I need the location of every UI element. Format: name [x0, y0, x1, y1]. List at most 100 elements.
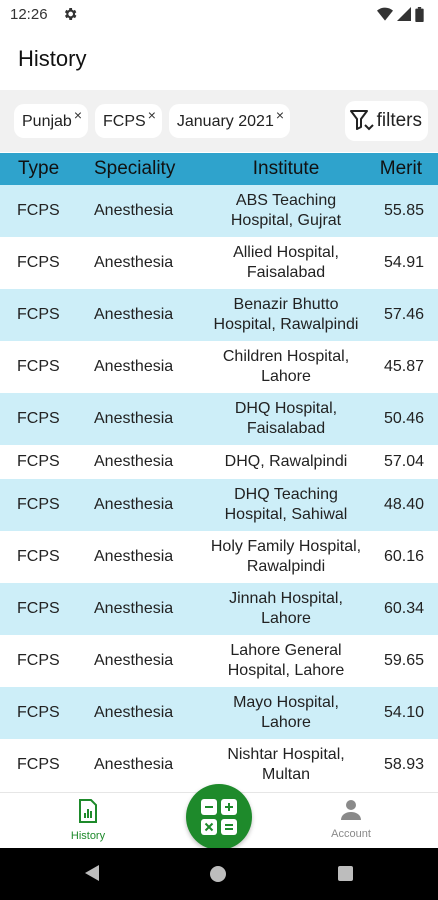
- institute-line-1: Holy Family Hospital,: [210, 538, 362, 555]
- cell-speciality: Anesthesia: [94, 453, 174, 470]
- cell-type: FCPS: [17, 704, 60, 721]
- table-row[interactable]: FCPS Anesthesia Lahore General Hospital, …: [0, 635, 438, 687]
- cell-merit: 59.65: [383, 652, 424, 669]
- header-speciality[interactable]: Speciality: [82, 158, 200, 180]
- app-header: History: [0, 28, 438, 90]
- gear-icon: [64, 8, 76, 20]
- cell-type: FCPS: [17, 496, 60, 513]
- cell-institute: DHQ Hospital, Faisalabad: [200, 399, 372, 439]
- cell-speciality: Anesthesia: [94, 600, 174, 617]
- cell-institute: ABS Teaching Hospital, Gujrat: [200, 191, 372, 231]
- cell-type: FCPS: [17, 410, 60, 427]
- cell-merit: 55.85: [383, 202, 424, 219]
- institute-line-1: Allied Hospital,: [233, 244, 339, 261]
- cell-merit: 57.46: [383, 306, 424, 323]
- table-row[interactable]: FCPS Anesthesia Jinnah Hospital, Lahore 6…: [0, 583, 438, 635]
- table-row[interactable]: FCPS Anesthesia DHQ Hospital, Faisalabad …: [0, 393, 438, 445]
- cell-merit: 58.93: [383, 756, 424, 773]
- cell-speciality: Anesthesia: [94, 652, 174, 669]
- filter-chip-label: FCPS: [103, 113, 146, 130]
- cell-type: FCPS: [17, 453, 60, 470]
- table-row[interactable]: FCPS Anesthesia Allied Hospital, Faisalab…: [0, 237, 438, 289]
- cell-speciality: Anesthesia: [94, 410, 174, 427]
- table-row[interactable]: FCPS Anesthesia DHQ, Rawalpindi 57.04: [0, 445, 438, 479]
- table-row[interactable]: FCPS Anesthesia Children Hospital, Lahore…: [0, 341, 438, 393]
- header-institute[interactable]: Institute: [200, 159, 372, 179]
- cell-type: FCPS: [17, 756, 60, 773]
- institute-line-2: Hospital, Sahiwal: [224, 506, 348, 523]
- table-row[interactable]: FCPS Anesthesia Mayo Hospital, Lahore 54.…: [0, 687, 438, 739]
- table-row[interactable]: FCPS Anesthesia Holy Family Hospital, Raw…: [0, 531, 438, 583]
- cell-institute: Holy Family Hospital, Rawalpindi: [200, 537, 372, 577]
- close-icon[interactable]: ×: [276, 107, 284, 123]
- cell-speciality: Anesthesia: [94, 548, 174, 565]
- cell-institute: DHQ, Rawalpindi: [200, 452, 372, 472]
- cell-type: FCPS: [17, 254, 60, 271]
- institute-line-1: DHQ Hospital,: [234, 400, 338, 417]
- table-row[interactable]: FCPS Anesthesia DHQ Teaching Hospital, Sa…: [0, 479, 438, 531]
- table-row[interactable]: FCPS Anesthesia ABS Teaching Hospital, Gu…: [0, 185, 438, 237]
- filter-chip-province[interactable]: Punjab ×: [14, 104, 89, 138]
- calculator-fab[interactable]: [186, 784, 252, 850]
- institute-line-2: Lahore: [261, 714, 311, 731]
- home-icon[interactable]: [210, 866, 226, 882]
- nav-history[interactable]: History: [48, 799, 128, 842]
- nav-history-label: History: [70, 830, 106, 842]
- cell-type: FCPS: [17, 652, 60, 669]
- cell-institute: Children Hospital, Lahore: [200, 347, 372, 387]
- cell-merit: 48.40: [383, 496, 424, 513]
- institute-line-2: Hospital, Rawalpindi: [213, 316, 359, 333]
- cell-merit: 54.91: [383, 254, 424, 271]
- close-icon[interactable]: ×: [148, 107, 156, 123]
- cell-speciality: Anesthesia: [94, 704, 174, 721]
- institute-line-2: Hospital, Gujrat: [230, 212, 342, 229]
- header-merit[interactable]: Merit: [372, 158, 438, 180]
- header-type[interactable]: Type: [0, 158, 82, 180]
- cell-speciality: Anesthesia: [94, 254, 174, 271]
- institute-line-2: Rawalpindi: [246, 558, 326, 575]
- filter-bar: Punjab × FCPS × January 2021 × filters: [0, 90, 438, 152]
- back-icon[interactable]: [84, 864, 100, 882]
- cell-speciality: Anesthesia: [94, 358, 174, 375]
- table-header: Type Speciality Institute Merit: [0, 153, 438, 185]
- cellular-signal-icon: [397, 7, 411, 21]
- cell-institute: Jinnah Hospital, Lahore: [200, 589, 372, 629]
- cell-type: FCPS: [17, 306, 60, 323]
- system-nav-bar: [0, 848, 438, 900]
- cell-type: FCPS: [17, 600, 60, 617]
- institute-line-1: DHQ Teaching: [234, 486, 338, 503]
- cell-merit: 60.34: [383, 600, 424, 617]
- cell-institute: DHQ Teaching Hospital, Sahiwal: [200, 485, 372, 525]
- filter-chip-type[interactable]: FCPS ×: [95, 104, 162, 138]
- cell-speciality: Anesthesia: [94, 202, 174, 219]
- status-bar: 12:26: [0, 0, 438, 28]
- institute-line-1: Jinnah Hospital,: [229, 590, 343, 607]
- wifi-icon: [377, 7, 393, 21]
- recent-apps-icon[interactable]: [338, 866, 353, 881]
- battery-icon: [415, 6, 424, 22]
- nav-account[interactable]: Account: [311, 799, 391, 840]
- filter-chip-session[interactable]: January 2021 ×: [168, 104, 291, 138]
- institute-line-1: Benazir Bhutto: [233, 296, 339, 313]
- filter-chip-label: Punjab: [22, 113, 72, 130]
- cell-institute: Lahore General Hospital, Lahore: [200, 641, 372, 681]
- institute-line-1: Nishtar Hospital,: [227, 746, 345, 763]
- nav-account-label: Account: [331, 828, 371, 840]
- institute-line-2: Lahore: [261, 610, 311, 627]
- cell-type: FCPS: [17, 202, 60, 219]
- cell-institute: Allied Hospital, Faisalabad: [200, 243, 372, 283]
- cell-speciality: Anesthesia: [94, 756, 174, 773]
- institute-line-2: Multan: [261, 766, 311, 783]
- cell-type: FCPS: [17, 358, 60, 375]
- cell-merit: 45.87: [383, 358, 424, 375]
- close-icon[interactable]: ×: [74, 107, 82, 123]
- page-title: History: [18, 46, 87, 71]
- cell-merit: 54.10: [383, 704, 424, 721]
- institute-line-1: DHQ, Rawalpindi: [224, 453, 348, 470]
- filters-button[interactable]: filters: [344, 101, 428, 141]
- person-icon: [341, 800, 361, 820]
- merit-table: Type Speciality Institute Merit FCPS Ane…: [0, 153, 438, 791]
- institute-line-2: Hospital, Lahore: [227, 662, 345, 679]
- filter-chip-label: January 2021: [176, 113, 274, 130]
- table-row[interactable]: FCPS Anesthesia Benazir Bhutto Hospital, …: [0, 289, 438, 341]
